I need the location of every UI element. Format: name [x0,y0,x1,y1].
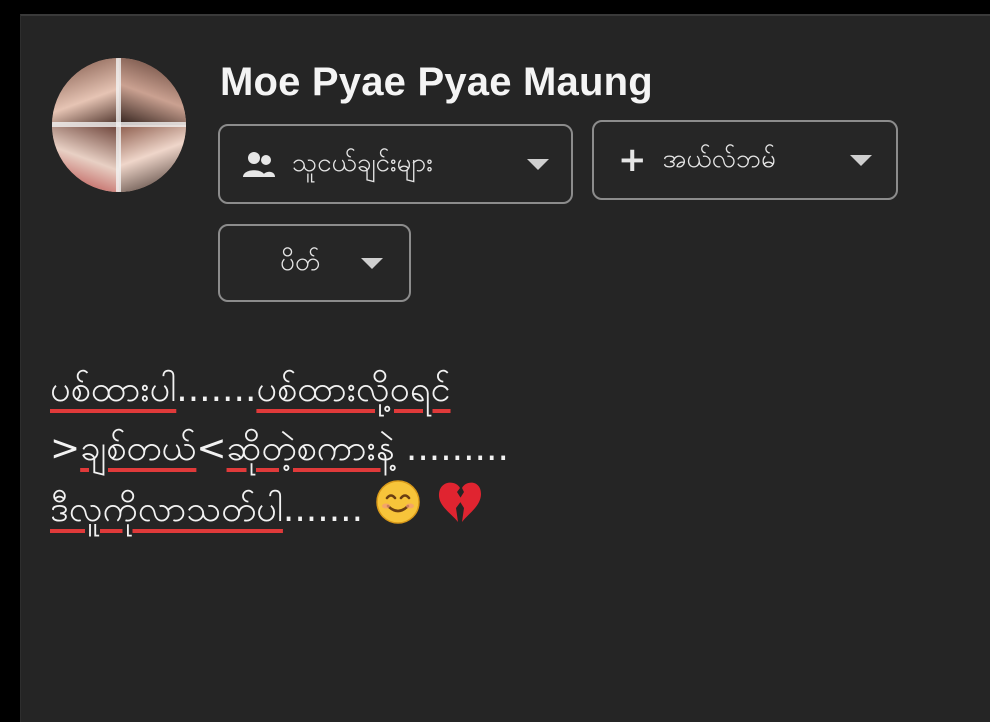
chevron-down-icon [527,158,549,170]
chevron-down-icon [361,257,383,269]
post-symbol: > [50,428,81,469]
avatar-photo-tile [119,58,186,125]
smiling-face-icon [374,478,422,544]
post-dots: ......... [394,428,509,469]
post-word: ဒီလူကိုလာသတ်ပါ [50,489,283,530]
album-label: အယ်လ်ဘမ် [662,143,776,174]
avatar[interactable] [52,58,186,192]
post-word: ပစ်ထားပါ [50,369,177,410]
profile-name: Moe Pyae Pyae Maung [220,60,653,104]
privacy-dropdown[interactable]: ပိတ် [218,224,411,302]
post-dots: ....... [282,489,364,530]
broken-heart-icon [434,478,486,544]
people-icon [242,150,276,178]
chevron-down-icon [850,154,872,166]
post-word: ချစ်တယ် [80,428,197,469]
privacy-label: ပိတ် [280,246,321,277]
album-dropdown[interactable]: + အယ်လ်ဘမ် [592,120,898,200]
avatar-divider [52,122,186,127]
post-word: ပစ်ထားလို့ဝရင် [256,369,451,410]
post-text-input[interactable]: ပစ်ထားပါ.......ပစ်ထားလို့ဝရင် >ချစ်တယ်<ဆ… [50,360,950,537]
audience-friends-label: သူငယ်ချင်းများ [292,147,433,178]
post-line: >ချစ်တယ်<ဆိုတဲ့စကားနဲ့ ......... [50,419,950,478]
post-symbol: < [196,428,227,469]
plus-icon: + [618,140,647,180]
audience-friends-dropdown[interactable]: သူငယ်ချင်းများ [218,124,573,204]
post-line: ဒီလူကိုလာသတ်ပါ....... [50,478,950,537]
post-word: ဆိုတဲ့စကားနဲ့ [226,428,395,469]
post-dots: ....... [176,369,257,410]
avatar-photo-tile [119,125,186,192]
avatar-photo-tile [52,125,119,192]
avatar-photo-tile [52,58,119,125]
post-line: ပစ်ထားပါ.......ပစ်ထားလို့ဝရင် [50,360,950,419]
